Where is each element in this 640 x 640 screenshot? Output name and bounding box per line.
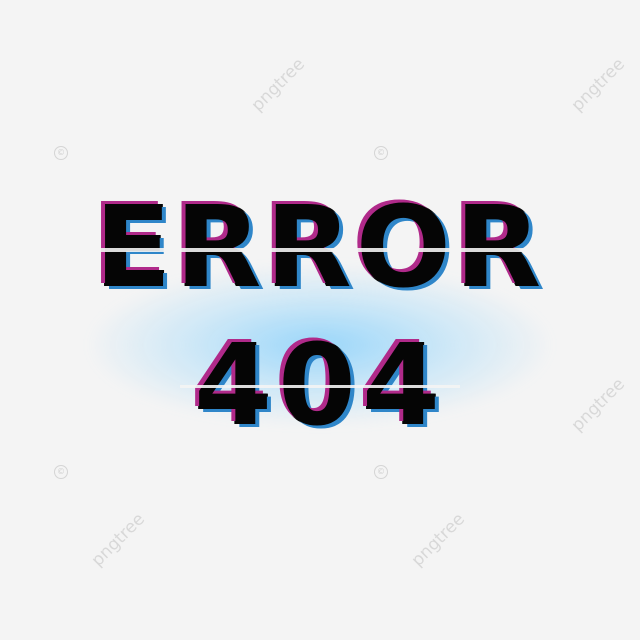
watermark-text: pngtree <box>567 54 629 116</box>
glitch-slice <box>96 248 534 252</box>
error-404-graphic: ERROR 404 pngtree pngtree pngtree pngtre… <box>0 0 640 640</box>
watermark-text: pngtree <box>87 509 149 571</box>
watermark-text: pngtree <box>407 509 469 571</box>
copyright-icon: © <box>374 146 388 160</box>
copyright-icon: © <box>374 465 388 479</box>
watermark-text: pngtree <box>247 54 309 116</box>
glitch-slice <box>180 385 460 388</box>
copyright-icon: © <box>54 465 68 479</box>
copyright-icon: © <box>54 146 68 160</box>
